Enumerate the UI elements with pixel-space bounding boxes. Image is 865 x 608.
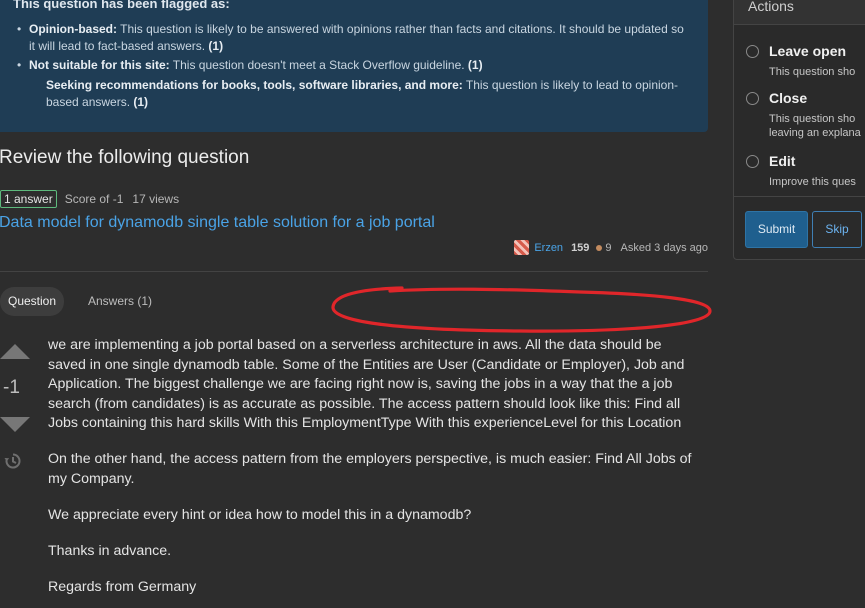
skip-button[interactable]: Skip [812, 211, 862, 248]
action-label: Leave open [769, 43, 847, 59]
red-annotation-ellipse [331, 286, 712, 333]
upvote-arrow-icon[interactable] [0, 344, 30, 359]
question-score: Score of -1 [64, 192, 124, 206]
reputation-score: 159 [571, 241, 590, 254]
body-paragraph: we are implementing a job portal based o… [48, 337, 685, 431]
downvote-arrow-icon[interactable] [0, 417, 30, 432]
review-heading: Review the following question [0, 147, 250, 168]
radio-close[interactable] [746, 92, 759, 105]
action-description: leaving an explana [769, 127, 861, 139]
body-paragraph: Regards from Germany [48, 578, 197, 595]
action-description: This question sho [769, 66, 856, 78]
bronze-badge-count: 9 [605, 241, 612, 254]
bronze-badge-icon [596, 244, 603, 251]
user-card: Erzen 159 9 Asked 3 days ago [514, 240, 708, 255]
flag-reason-label: Not suitable for this site: [29, 58, 170, 72]
question-views: 17 views [132, 192, 180, 206]
flag-reasons-list: Opinion-based: This question is likely t… [17, 21, 687, 76]
radio-edit[interactable] [746, 155, 759, 168]
flag-subreason: Seeking recommendations for books, tools… [46, 77, 686, 111]
flag-reason-count: (1) [208, 39, 224, 53]
flag-reason-label: Opinion-based: [29, 22, 117, 36]
question-stats: 1 answer Score of -1 17 views [0, 190, 188, 208]
answer-count-badge: 1 answer [0, 190, 57, 208]
flag-reason-count: (1) [467, 58, 483, 72]
flag-reason-text: This question doesn't meet a Stack Overf… [169, 58, 468, 72]
divider [734, 196, 865, 197]
flag-reason-text: This question is likely to be answered w… [29, 22, 684, 53]
submit-button[interactable]: Submit [745, 211, 808, 248]
body-paragraph: On the other hand, the access pattern fr… [48, 451, 692, 487]
flag-subreason-label: Seeking recommendations for books, tools… [46, 78, 463, 92]
tab-answers[interactable]: Answers (1) [80, 287, 160, 316]
body-paragraph: Thanks in advance. [48, 542, 172, 559]
history-icon[interactable] [4, 452, 22, 470]
tab-question[interactable]: Question [0, 287, 65, 316]
action-description: Improve this ques [769, 176, 856, 188]
divider [0, 271, 708, 272]
action-label: Close [769, 90, 808, 106]
flag-title: This question has been flagged as: [13, 0, 230, 11]
flag-notice: This question has been flagged as: Opini… [0, 0, 708, 132]
radio-leave-open[interactable] [746, 45, 759, 58]
avatar[interactable] [514, 240, 530, 255]
flag-reason: Not suitable for this site: This questio… [17, 57, 687, 74]
vote-count: -1 [3, 377, 20, 398]
user-name-link[interactable]: Erzen [534, 242, 563, 254]
review-actions-panel: Actions Leave open This question sho Clo… [733, 0, 865, 260]
question-body: we are implementing a job portal based o… [48, 336, 698, 608]
action-description: This question sho [769, 113, 856, 125]
actions-heading: Actions [734, 0, 865, 25]
question-title-link[interactable]: Data model for dynamodb single table sol… [0, 214, 435, 232]
flag-reason: Opinion-based: This question is likely t… [17, 21, 687, 55]
body-paragraph: We appreciate every hint or idea how to … [48, 506, 472, 523]
flag-subreason-count: (1) [133, 95, 149, 109]
asked-time: Asked 3 days ago [620, 241, 708, 254]
action-label: Edit [769, 153, 796, 169]
